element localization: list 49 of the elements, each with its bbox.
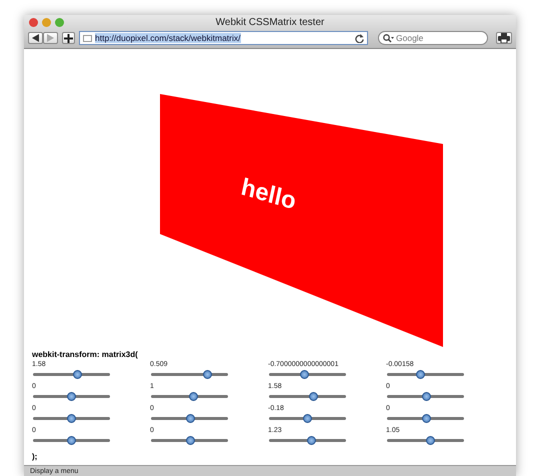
slider[interactable] <box>151 373 228 376</box>
search-box[interactable]: Google <box>378 31 488 45</box>
close-button[interactable] <box>29 18 38 27</box>
slider[interactable] <box>269 395 346 398</box>
slider[interactable] <box>269 373 346 376</box>
slider[interactable] <box>33 373 110 376</box>
slider-thumb[interactable] <box>203 370 212 379</box>
back-button[interactable] <box>28 32 43 44</box>
plus-icon <box>64 34 73 42</box>
slider-thumb[interactable] <box>186 436 194 445</box>
page-icon <box>83 34 92 42</box>
slider-thumb[interactable] <box>302 414 312 423</box>
slider-thumb[interactable] <box>300 370 310 379</box>
slider[interactable] <box>151 439 228 442</box>
window-title: Webkit CSSMatrix tester <box>214 17 326 28</box>
slider-thumb[interactable] <box>186 414 194 423</box>
slider[interactable] <box>387 417 464 420</box>
slider[interactable] <box>151 417 228 420</box>
slider-thumb[interactable] <box>72 370 82 379</box>
slider-thumb[interactable] <box>66 436 76 445</box>
slider-thumb[interactable] <box>306 436 316 445</box>
css-closing: ); <box>32 452 38 461</box>
forward-arrow-icon <box>47 34 54 42</box>
slider-thumb[interactable] <box>422 392 430 401</box>
slider[interactable] <box>387 395 464 398</box>
search-icon <box>383 34 394 42</box>
slider-thumb[interactable] <box>66 392 76 401</box>
add-bookmark-button[interactable] <box>62 32 75 44</box>
slider[interactable] <box>387 373 464 376</box>
slider[interactable] <box>269 439 346 442</box>
slider-thumb[interactable] <box>308 392 318 401</box>
address-field[interactable]: http://duopixel.com/stack/webkitmatrix/ <box>79 31 368 45</box>
slider[interactable] <box>151 395 228 398</box>
print-button[interactable] <box>496 32 512 44</box>
printer-icon <box>498 33 510 43</box>
slider-thumb[interactable] <box>422 414 430 423</box>
slider-thumb[interactable] <box>416 370 426 379</box>
slider-thumb[interactable] <box>66 414 76 423</box>
slider[interactable] <box>33 395 110 398</box>
slider[interactable] <box>33 439 110 442</box>
reload-icon[interactable] <box>355 34 364 42</box>
slider[interactable] <box>387 439 464 442</box>
slider[interactable] <box>33 417 110 420</box>
card-text: hello <box>238 173 298 216</box>
slider-thumb[interactable] <box>189 392 198 401</box>
slider-thumb[interactable] <box>426 436 436 445</box>
back-arrow-icon <box>32 34 39 42</box>
css-heading: webkit-transform: matrix3d( <box>32 350 139 360</box>
slider[interactable] <box>269 417 346 420</box>
